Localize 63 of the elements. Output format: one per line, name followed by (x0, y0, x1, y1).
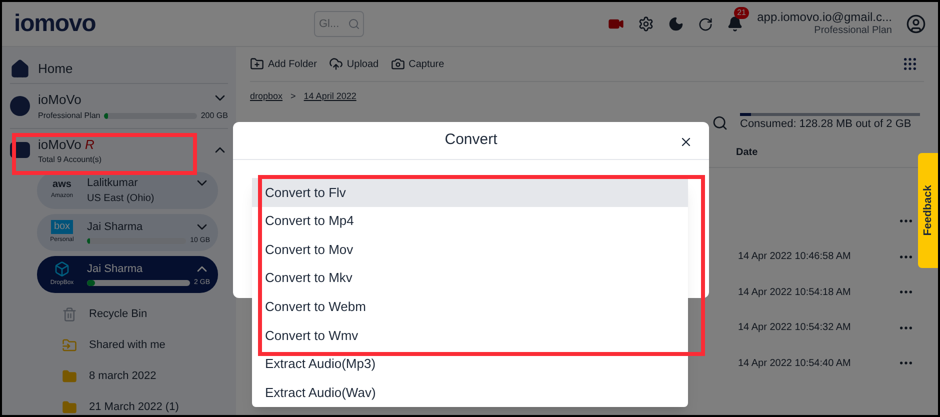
logo: iomovo (14, 9, 97, 39)
account-name: Lalitkumar (87, 176, 138, 191)
folder-icon (62, 400, 77, 415)
folder-icon (62, 369, 77, 384)
breadcrumb-link[interactable]: dropbox (250, 90, 283, 104)
menu-item[interactable]: Convert to Mp4 (252, 206, 688, 236)
account-email: app.iomovo.io@gmail.c... (757, 10, 892, 26)
provider-logo: box (50, 220, 74, 234)
account-region: US East (Ohio) (87, 192, 156, 206)
add-folder-icon (250, 57, 264, 71)
account-name: Jai Sharma (87, 262, 143, 277)
account-plan: Professional Plan (814, 25, 892, 38)
menu-item[interactable]: Extract Audio(Mp3) (252, 350, 688, 378)
plan-label: Professional Plan (38, 110, 100, 122)
shared-folder-icon (62, 338, 77, 353)
search-icon[interactable] (712, 114, 728, 130)
upload-icon (328, 57, 343, 71)
folder-item[interactable]: 8 march 2022 (62, 361, 228, 392)
table-cell-text: 14 Apr 2022 10:54:32 AM (738, 321, 852, 336)
table-cell-text: 14 Apr 2022 10:54:40 AM (738, 356, 852, 371)
account-count: Total 9 Account(s) (38, 154, 103, 166)
dialog-title: Convert (444, 130, 498, 150)
folder-item[interactable]: Recycle Bin (62, 299, 228, 330)
search-icon (348, 18, 360, 30)
notification-badge: 21 (734, 7, 749, 19)
folder-item[interactable]: Shared with me (62, 330, 228, 361)
feedback-tab[interactable]: Feedback (918, 153, 938, 268)
search-field[interactable]: Gl... (314, 11, 364, 37)
workspace-group-item[interactable]: ioMoVo R Total 9 Account(s) (10, 128, 228, 172)
workspace-item[interactable]: ioMoVo Professional Plan 200 GB (10, 84, 228, 128)
breadcrumb-separator: > (290, 90, 296, 103)
menu-item[interactable]: Convert to Wmv (252, 320, 688, 350)
settings-icon[interactable] (638, 16, 654, 32)
storage-usage: Consumed: 128.28 MB out of 2 GB (740, 116, 912, 132)
menu-item[interactable]: Convert to Mov (252, 235, 688, 264)
provider-logo: aws (52, 180, 72, 190)
home-nav-item[interactable]: Home (10, 59, 228, 84)
trash-icon (62, 307, 77, 322)
toolbar-button[interactable]: Capture (390, 56, 444, 72)
breadcrumb-link[interactable]: 14 April 2022 (304, 90, 356, 104)
toolbar-button[interactable]: Upload (328, 56, 379, 72)
folder-item[interactable]: 21 March 2022 (1) (62, 392, 228, 415)
workspace-name: ioMoVo R (38, 136, 96, 154)
workspace-name: ioMoVo (38, 91, 82, 109)
column-header: Date (736, 146, 758, 160)
refresh-icon[interactable] (698, 16, 714, 32)
close-icon[interactable] (679, 135, 693, 149)
table-cell-text: 14 Apr 2022 10:54:18 AM (738, 286, 852, 300)
menu-item[interactable]: Convert to Webm (252, 292, 688, 321)
moon-icon[interactable] (668, 16, 684, 32)
home-icon (10, 59, 30, 79)
menu-item[interactable]: Convert to Flv (252, 178, 688, 207)
apps-grid-icon[interactable] (902, 56, 918, 72)
menu-item[interactable]: Extract Audio(Wav) (252, 378, 688, 407)
table-cell-text: 14 Apr 2022 10:46:58 AM (738, 250, 852, 264)
camera-icon (390, 57, 405, 71)
box-icon (54, 261, 70, 277)
account-name: Jai Sharma (87, 220, 143, 235)
menu-item[interactable]: Convert to Mkv (252, 264, 688, 292)
capacity-label: 200 GB (200, 110, 228, 122)
profile-icon[interactable] (906, 14, 926, 34)
notification-icon[interactable] (727, 16, 744, 32)
toolbar-button[interactable]: Add Folder (250, 56, 317, 72)
